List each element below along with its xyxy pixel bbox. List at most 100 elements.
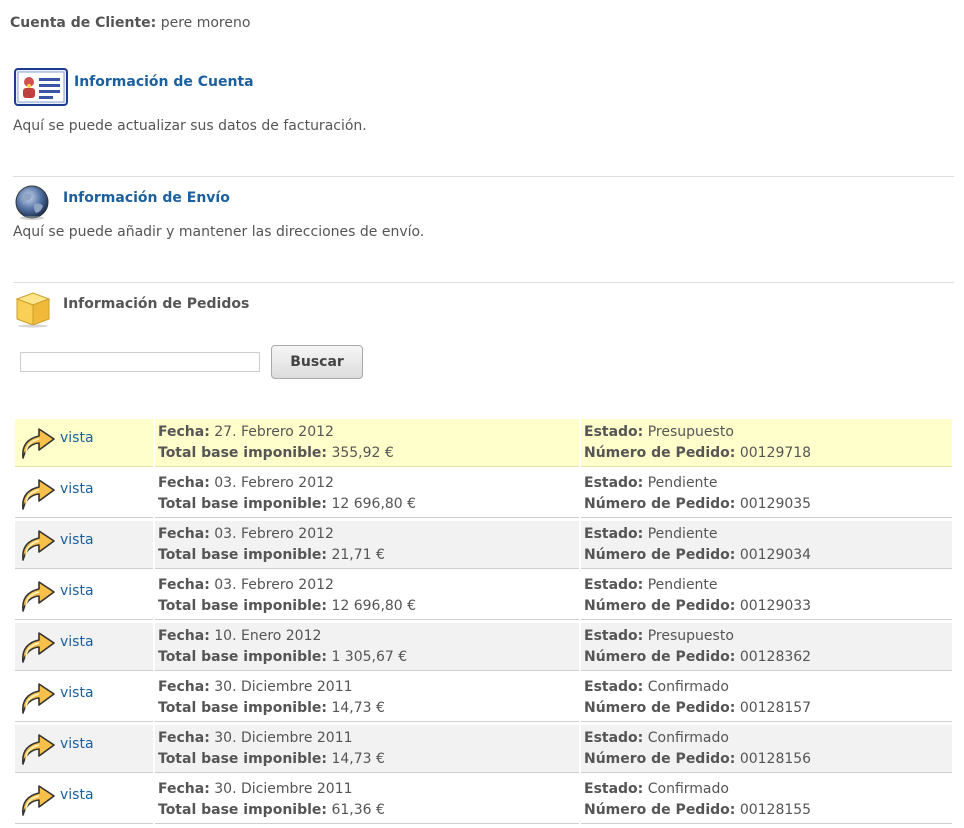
order-number-label: Número de Pedido:	[584, 445, 736, 461]
arrow-icon[interactable]	[17, 575, 57, 619]
order-row: vista Fecha: 03. Febrero 2012 Total base i…	[15, 521, 952, 572]
order-view-cell: vista	[15, 419, 153, 467]
order-date: 03. Febrero 2012	[214, 526, 334, 542]
customer-label: Cuenta de Cliente:	[10, 15, 157, 31]
order-info-cell: Fecha: 03. Febrero 2012 Total base imponi…	[155, 572, 579, 620]
order-date: 30. Diciembre 2011	[214, 679, 353, 695]
order-view-cell: vista	[15, 623, 153, 671]
divider	[13, 176, 954, 177]
order-number: 00129718	[739, 445, 812, 461]
arrow-icon[interactable]	[17, 422, 57, 466]
order-search-input[interactable]	[20, 352, 260, 372]
status-label: Estado:	[584, 781, 644, 797]
shipping-section-title[interactable]: Información de Envío	[63, 190, 230, 206]
order-info-cell: Fecha: 30. Diciembre 2011 Total base impo…	[155, 725, 579, 773]
shipping-info-link[interactable]: Información de Envío	[63, 190, 230, 206]
order-total: 21,71 €	[331, 547, 385, 563]
order-row: vista Fecha: 30. Diciembre 2011 Total base…	[15, 725, 952, 776]
order-view-cell: vista	[15, 470, 153, 518]
order-number: 00128362	[739, 649, 812, 665]
date-label: Fecha:	[158, 475, 210, 491]
order-date: 03. Febrero 2012	[214, 577, 334, 593]
order-total: 12 696,80 €	[331, 496, 417, 512]
order-number-label: Número de Pedido:	[584, 802, 736, 818]
orders-section-title: Información de Pedidos	[63, 296, 250, 312]
order-number: 00128157	[739, 700, 812, 716]
order-number-label: Número de Pedido:	[584, 598, 736, 614]
order-number-label: Número de Pedido:	[584, 700, 736, 716]
order-number: 00128155	[739, 802, 812, 818]
order-date: 27. Febrero 2012	[214, 424, 334, 440]
order-number: 00128156	[739, 751, 812, 767]
arrow-icon[interactable]	[17, 473, 57, 517]
order-info-cell: Fecha: 30. Diciembre 2011 Total base impo…	[155, 776, 579, 824]
status-label: Estado:	[584, 730, 644, 746]
order-status: Confirmado	[647, 679, 729, 695]
order-number: 00129035	[739, 496, 812, 512]
box-icon	[15, 292, 51, 328]
total-label: Total base imponible:	[158, 598, 327, 614]
view-order-link[interactable]: vista	[60, 583, 94, 599]
order-status: Confirmado	[647, 781, 729, 797]
date-label: Fecha:	[158, 781, 210, 797]
status-label: Estado:	[584, 475, 644, 491]
order-total: 14,73 €	[331, 751, 385, 767]
status-label: Estado:	[584, 424, 644, 440]
order-date: 10. Enero 2012	[214, 628, 322, 644]
order-info-cell: Fecha: 03. Febrero 2012 Total base imponi…	[155, 521, 579, 569]
order-total: 1 305,67 €	[331, 649, 408, 665]
order-date: 03. Febrero 2012	[214, 475, 334, 491]
total-label: Total base imponible:	[158, 802, 327, 818]
order-total: 12 696,80 €	[331, 598, 417, 614]
order-status-cell: Estado: Presupuesto Número de Pedido: 001…	[581, 623, 952, 671]
order-view-cell: vista	[15, 776, 153, 824]
order-info-cell: Fecha: 10. Enero 2012 Total base imponibl…	[155, 623, 579, 671]
view-order-link[interactable]: vista	[60, 685, 94, 701]
globe-icon[interactable]	[14, 184, 51, 221]
order-status-cell: Estado: Confirmado Número de Pedido: 0012…	[581, 674, 952, 722]
account-section-text: Aquí se puede actualizar sus datos de fa…	[13, 118, 367, 134]
order-status-cell: Estado: Pendiente Número de Pedido: 00129…	[581, 470, 952, 518]
order-status-cell: Estado: Pendiente Número de Pedido: 00129…	[581, 521, 952, 569]
arrow-icon[interactable]	[17, 728, 57, 772]
order-total: 61,36 €	[331, 802, 385, 818]
date-label: Fecha:	[158, 679, 210, 695]
order-info-cell: Fecha: 30. Diciembre 2011 Total base impo…	[155, 674, 579, 722]
account-section-title[interactable]: Información de Cuenta	[74, 74, 254, 90]
order-total: 355,92 €	[331, 445, 394, 461]
arrow-icon[interactable]	[17, 779, 57, 823]
total-label: Total base imponible:	[158, 700, 327, 716]
order-total: 14,73 €	[331, 700, 385, 716]
status-label: Estado:	[584, 526, 644, 542]
view-order-link[interactable]: vista	[60, 430, 94, 446]
order-status: Presupuesto	[647, 628, 734, 644]
order-view-cell: vista	[15, 572, 153, 620]
order-number: 00129033	[739, 598, 812, 614]
view-order-link[interactable]: vista	[60, 634, 94, 650]
search-button[interactable]: Buscar	[271, 345, 363, 379]
orders-list: vista Fecha: 27. Febrero 2012 Total base i…	[15, 419, 952, 827]
status-label: Estado:	[584, 679, 644, 695]
order-number: 00129034	[739, 547, 812, 563]
arrow-icon[interactable]	[17, 626, 57, 670]
order-status-cell: Estado: Confirmado Número de Pedido: 0012…	[581, 776, 952, 824]
order-date: 30. Diciembre 2011	[214, 781, 353, 797]
view-order-link[interactable]: vista	[60, 481, 94, 497]
view-order-link[interactable]: vista	[60, 787, 94, 803]
date-label: Fecha:	[158, 628, 210, 644]
view-order-link[interactable]: vista	[60, 532, 94, 548]
order-row: vista Fecha: 30. Diciembre 2011 Total base…	[15, 776, 952, 827]
total-label: Total base imponible:	[158, 751, 327, 767]
order-row: vista Fecha: 10. Enero 2012 Total base imp…	[15, 623, 952, 674]
account-card-icon[interactable]	[14, 68, 68, 106]
customer-account: Cuenta de Cliente: pere moreno	[10, 15, 250, 31]
order-row: vista Fecha: 27. Febrero 2012 Total base i…	[15, 419, 952, 470]
order-number-label: Número de Pedido:	[584, 496, 736, 512]
shipping-section-text: Aquí se puede añadir y mantener las dire…	[13, 224, 425, 240]
date-label: Fecha:	[158, 526, 210, 542]
account-info-link[interactable]: Información de Cuenta	[74, 74, 254, 90]
arrow-icon[interactable]	[17, 524, 57, 568]
arrow-icon[interactable]	[17, 677, 57, 721]
order-status: Pendiente	[647, 577, 718, 593]
view-order-link[interactable]: vista	[60, 736, 94, 752]
